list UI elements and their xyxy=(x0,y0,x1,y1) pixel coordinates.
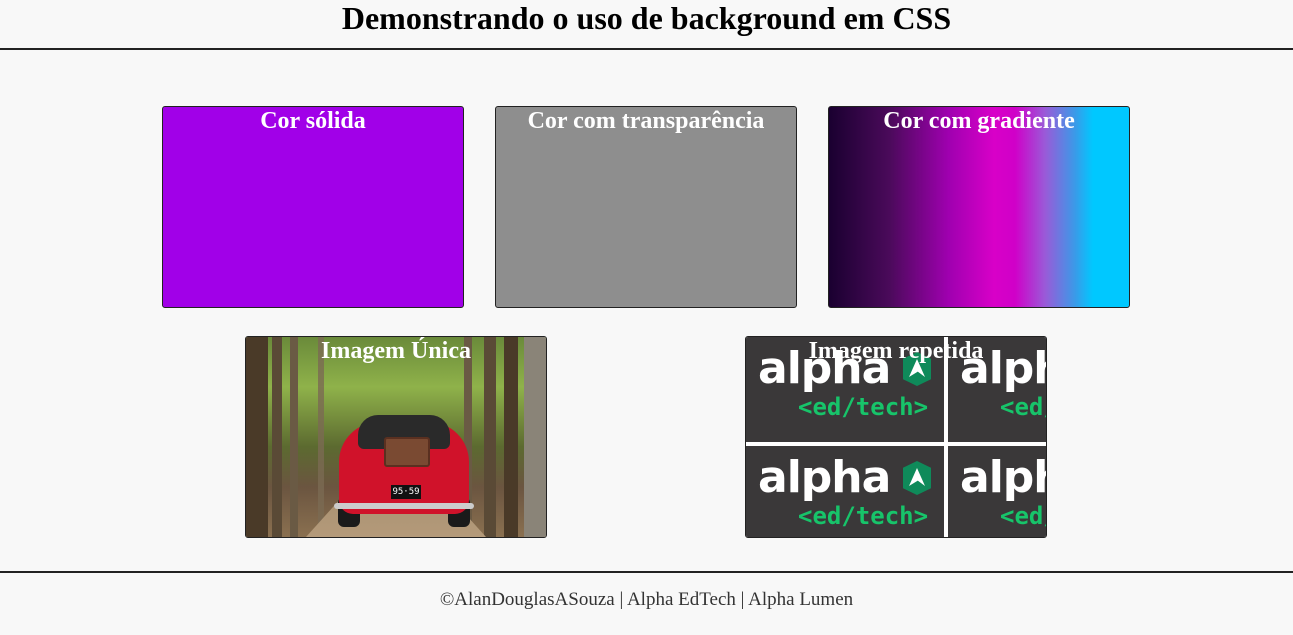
repeated-image-title: Imagem repetida xyxy=(808,338,984,364)
logo-word: alpha xyxy=(758,452,891,503)
single-image-title: Imagem Única xyxy=(321,338,471,364)
alpha-logo-icon xyxy=(903,461,931,495)
single-image-box: 95·59 Imagem Única xyxy=(245,336,547,538)
solid-color-box: Cor sólida xyxy=(162,106,464,308)
page-footer: ©AlanDouglasASouza | Alpha EdTech | Alph… xyxy=(0,571,1293,635)
car-bumper xyxy=(334,503,474,509)
logo-sub: <ed/tech> xyxy=(1000,393,1046,421)
gradient-color-title: Cor com gradiente xyxy=(883,108,1075,134)
logo-sub: <ed/tech> xyxy=(798,502,929,530)
transparent-color-title: Cor com transparência xyxy=(527,108,765,134)
logo-tile: alpha <ed/tech> xyxy=(746,446,944,537)
repeated-image-box: alpha <ed/tech> alpha <ed/tech> alpha <e… xyxy=(745,336,1047,538)
logo-word: alpha xyxy=(960,452,1046,503)
footer-credits: ©AlanDouglasASouza | Alpha EdTech | Alph… xyxy=(439,589,854,610)
forest-background: 95·59 xyxy=(246,337,546,537)
solid-color-title: Cor sólida xyxy=(260,108,366,134)
transparent-color-box: Cor com transparência xyxy=(495,106,797,308)
page-header: Demonstrando o uso de background em CSS xyxy=(0,0,1293,50)
logo-sub: <ed/tech> xyxy=(798,393,929,421)
luggage xyxy=(384,437,430,467)
license-plate: 95·59 xyxy=(391,485,421,499)
page-title: Demonstrando o uso de background em CSS xyxy=(341,0,952,36)
logo-sub: <ed/tech> xyxy=(1000,502,1046,530)
logo-tile: alpha <ed/tech> xyxy=(948,446,1046,537)
gradient-color-box: Cor com gradiente xyxy=(828,106,1130,308)
